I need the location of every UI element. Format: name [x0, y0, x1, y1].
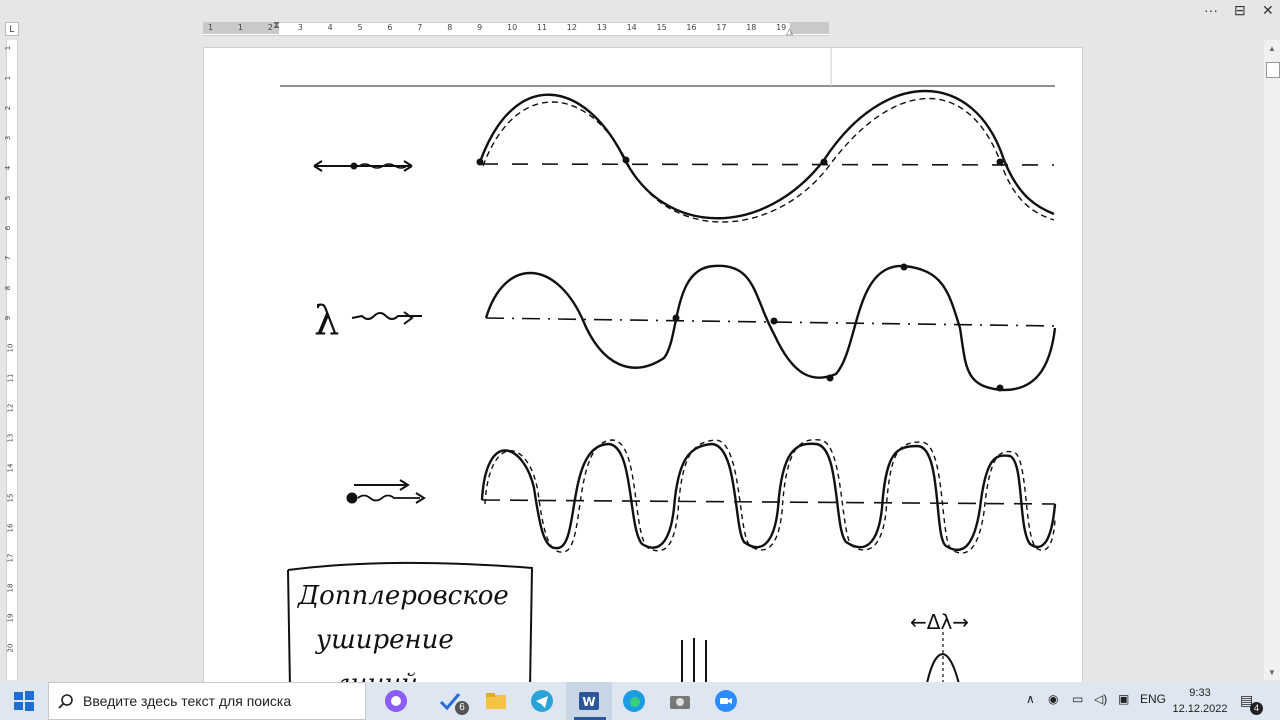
camera-icon[interactable]: [668, 689, 692, 713]
clock-date: 12.12.2022: [1172, 703, 1228, 715]
right-indent-marker-icon[interactable]: △: [786, 26, 793, 37]
edge-browser-icon[interactable]: [622, 689, 646, 713]
ruler-number: 5: [357, 23, 363, 32]
ruler-number: 1: [208, 23, 214, 32]
vertical-ruler-number: 19: [6, 613, 15, 623]
scroll-up-icon[interactable]: ▲: [1267, 44, 1277, 54]
ruler-number: 14: [626, 23, 637, 32]
defender-status-icon[interactable]: ◉: [1048, 692, 1058, 706]
word-icon[interactable]: W: [577, 689, 601, 713]
lambda-label: λ: [314, 298, 339, 344]
vertical-ruler-number: 1: [4, 45, 13, 51]
vertical-ruler-number: 12: [6, 403, 15, 413]
ruler-number: 4: [327, 23, 333, 32]
volume-icon[interactable]: ◁): [1094, 692, 1107, 706]
wave-row-1: [313, 89, 1055, 223]
notification-badge: 4: [1250, 702, 1263, 715]
search-icon: [58, 694, 73, 709]
vertical-ruler-number: 9: [4, 315, 13, 321]
ruler-number: 16: [686, 23, 697, 32]
ruler-number: 15: [656, 23, 667, 32]
clock-time: 9:33: [1189, 687, 1211, 699]
ruler-number: 9: [477, 23, 483, 32]
vertical-ruler-number: 10: [6, 343, 15, 353]
vertical-ruler-number: 5: [4, 195, 13, 201]
restore-button[interactable]: ⊟: [1234, 0, 1246, 20]
vertical-ruler-number: 6: [4, 225, 13, 231]
vertical-scrollbar[interactable]: ▲ ▼: [1264, 40, 1280, 680]
scroll-thumb[interactable]: [1266, 62, 1280, 78]
ruler-numbers: 1 1 2 3 4 5 6 7 8 9 10 11 12 13 14 15 16 17 18 19 ⧗ △: [0, 20, 1280, 37]
close-button[interactable]: ✕: [1262, 0, 1274, 20]
tasks-badge: 6: [455, 701, 469, 715]
vertical-ruler-number: 4: [4, 165, 13, 171]
vertical-ruler-number: 8: [4, 285, 13, 291]
wave-row-2: λ: [314, 263, 1057, 392]
vertical-ruler-number: 16: [6, 523, 15, 533]
vertical-ruler-number: 7: [4, 255, 13, 261]
svg-text:W: W: [582, 695, 595, 709]
telegram-icon[interactable]: [530, 689, 554, 713]
indent-marker-icon[interactable]: ⧗: [273, 20, 280, 31]
more-options-button[interactable]: ···: [1204, 0, 1218, 20]
ruler-number: 18: [746, 23, 757, 32]
search-placeholder: Введите здесь текст для поиска: [83, 693, 292, 709]
show-hidden-icons-icon[interactable]: ∧: [1026, 692, 1035, 706]
ruler-number: 7: [417, 23, 423, 32]
ruler-number: 1: [237, 23, 243, 32]
ruler-number: 11: [536, 23, 548, 32]
window-controls: ··· ⊟ ✕: [1190, 0, 1280, 20]
vertical-ruler-number: 14: [6, 463, 15, 473]
vertical-ruler-number: 13: [6, 433, 15, 443]
ruler-number: 12: [566, 23, 577, 32]
ruler-number: 13: [596, 23, 607, 32]
ruler-number: 3: [297, 23, 303, 32]
wave-row-3: [346, 439, 1057, 554]
windows-start-icon[interactable]: [12, 689, 36, 713]
ruler-number: 6: [387, 23, 393, 32]
handwritten-drawing: λ Допплеровское уширение линий ←Δλ→: [280, 48, 1057, 688]
ruler-number: 8: [447, 23, 453, 32]
box-line-2: уширение: [315, 625, 454, 655]
handwritten-box-text: Допплеровское уширение линий: [297, 581, 509, 688]
file-explorer-icon[interactable]: [484, 689, 508, 713]
vertical-ruler-number: 18: [6, 583, 15, 593]
ruler-number: 17: [716, 23, 727, 32]
vertical-ruler-number: 2: [4, 105, 13, 111]
input-language[interactable]: ENG: [1140, 692, 1166, 706]
delta-lambda-label: ←Δλ→: [910, 610, 969, 634]
clock[interactable]: 9:33 12.12.2022: [1172, 685, 1228, 717]
meet-now-icon[interactable]: ▣: [1118, 692, 1129, 706]
ruler-number: 10: [507, 23, 518, 32]
vertical-ruler-number: 20: [6, 643, 15, 653]
vertical-ruler-number: 17: [6, 553, 15, 563]
box-line-1: Допплеровское: [297, 581, 509, 611]
ruler-number: 19: [776, 23, 787, 32]
vertical-ruler-number: 1: [4, 75, 13, 81]
vertical-ruler-number: 11: [6, 373, 15, 383]
network-icon[interactable]: ▭: [1072, 692, 1083, 706]
alice-assistant-icon[interactable]: [384, 689, 408, 713]
zoom-icon[interactable]: [714, 689, 738, 713]
spectral-lines-sketch: [681, 632, 961, 688]
taskbar: Введите здесь текст для поиска 6 W ∧ ◉ ▭…: [0, 682, 1280, 720]
taskbar-search[interactable]: Введите здесь текст для поиска: [48, 682, 366, 720]
document-page[interactable]: λ Допплеровское уширение линий ←Δλ→: [204, 48, 1082, 688]
vertical-ruler-number: 15: [6, 493, 15, 503]
scroll-down-icon[interactable]: ▼: [1267, 668, 1277, 678]
vertical-ruler-number: 3: [4, 135, 13, 141]
vertical-ruler-numbers: 1 1 2 3 4 5 6 7 8 9 10 11 12 13 14 15 16 17 18 19 20: [4, 40, 18, 680]
